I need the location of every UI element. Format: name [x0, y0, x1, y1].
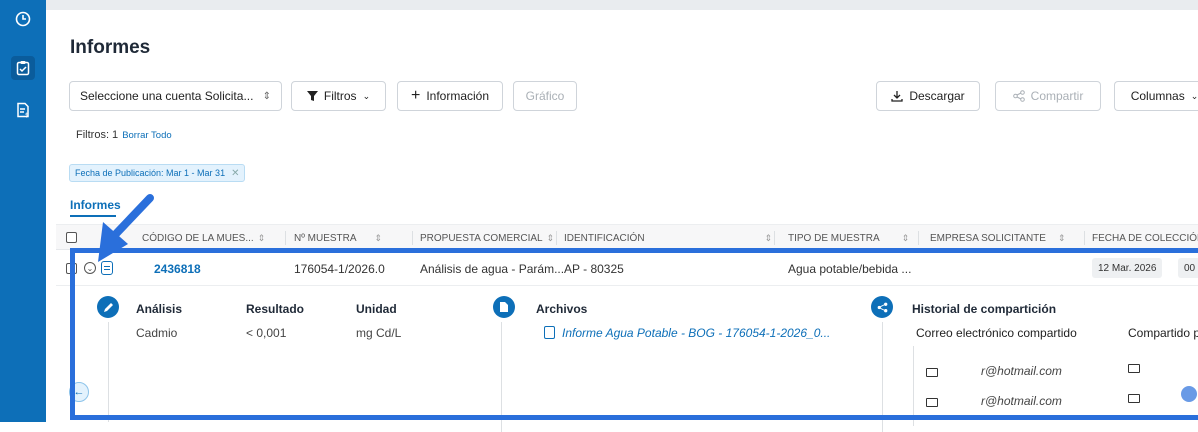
clear-all-link[interactable]: Borrar Todo	[122, 130, 171, 141]
filter-chip-label: Fecha de Publicación: Mar 1 - Mar 31	[75, 168, 225, 178]
mail-icon	[1128, 394, 1140, 403]
sidebar: $	[0, 0, 46, 422]
analysis-value: Cadmio	[136, 326, 177, 340]
top-strip	[46, 0, 1198, 10]
filter-icon	[307, 91, 318, 102]
sharing-email: r@hotmail.com	[981, 364, 1062, 378]
cell-codigo[interactable]: 2436818	[154, 262, 201, 276]
select-all-checkbox[interactable]	[66, 232, 77, 243]
sort-icon: ⇕	[765, 233, 773, 243]
share-label: Compartir	[1031, 89, 1084, 103]
share-icon	[871, 296, 893, 318]
sort-icon: ⇕	[1058, 233, 1066, 243]
share-button[interactable]: Compartir	[995, 81, 1101, 111]
cell-tipo: Agua potable/bebida ...	[788, 262, 911, 276]
close-icon[interactable]: ✕	[231, 168, 239, 179]
arrow-left-icon[interactable]: ←	[69, 382, 89, 402]
col-tipo[interactable]: TIPO DE MUESTRA⇕	[788, 233, 909, 244]
select-arrows-icon: ⇕	[263, 91, 271, 102]
chevron-down-icon: ⌄	[363, 91, 371, 102]
sort-icon: ⇕	[258, 233, 266, 243]
sort-icon: ⇕	[902, 233, 910, 243]
table-row[interactable]: ⌄ 2436818 176054-1/2026.0 Análisis de ag…	[56, 250, 1198, 286]
info-button[interactable]: + Información	[397, 81, 503, 111]
filters-summary: Filtros: 1 Borrar Todo	[76, 129, 172, 141]
expand-icon[interactable]: ⌄	[84, 262, 96, 274]
chevron-down-icon: ⌄	[1191, 91, 1198, 102]
clipboard-check-icon[interactable]	[11, 56, 35, 80]
mail-icon	[1128, 364, 1140, 373]
files-title: Archivos	[536, 302, 587, 316]
cell-fecha-extra: 00	[1178, 258, 1198, 278]
filters-button[interactable]: Filtros ⌄	[291, 81, 386, 111]
file-icon	[493, 296, 515, 318]
loading-indicator	[1181, 386, 1197, 402]
sort-icon: ⇕	[547, 233, 555, 243]
columns-button[interactable]: Columnas ⌄	[1114, 81, 1198, 111]
download-button[interactable]: Descargar	[876, 81, 980, 111]
sharing-by-header: Compartido p	[1128, 326, 1198, 340]
col-empresa[interactable]: EMPRESA SOLICITANTE⇕	[930, 233, 1066, 244]
col-fecha[interactable]: FECHA DE COLECCIÓN	[1092, 233, 1198, 244]
mail-icon	[926, 368, 938, 377]
result-header: Resultado	[246, 302, 304, 316]
plus-icon: +	[411, 88, 420, 104]
sharing-title: Historial de compartición	[912, 302, 1056, 316]
divider	[913, 346, 914, 426]
mail-icon	[926, 398, 938, 407]
filters-count: Filtros: 1	[76, 129, 118, 141]
col-propuesta[interactable]: PROPUESTA COMERCIAL⇕	[420, 233, 554, 244]
cell-muestra: 176054-1/2026.0	[294, 262, 385, 276]
chart-button[interactable]: Gráfico	[513, 81, 577, 111]
main-content: Informes Seleccione una cuenta Solicita.…	[46, 10, 1198, 422]
row-checkbox[interactable]	[66, 263, 77, 274]
filters-label: Filtros	[324, 89, 357, 103]
cell-identificacion: AP - 80325	[564, 262, 624, 276]
tab-underline	[70, 215, 116, 217]
file-link[interactable]: Informe Agua Potable - BOG - 176054-1-20…	[562, 326, 830, 340]
invoice-icon[interactable]: $	[11, 98, 35, 122]
download-icon	[891, 90, 903, 102]
unit-header: Unidad	[356, 302, 397, 316]
chart-label: Gráfico	[526, 89, 565, 103]
sort-icon: ⇕	[375, 233, 383, 243]
detail-panel: ← Análisis Resultado Unidad Cadmio < 0,0…	[56, 286, 1198, 422]
cell-propuesta: Análisis de agua - Parám...	[420, 262, 564, 276]
svg-text:$: $	[25, 112, 29, 118]
account-select-value: Seleccione una cuenta Solicita...	[80, 89, 253, 103]
analysis-header: Análisis	[136, 302, 182, 316]
report-icon[interactable]	[101, 261, 113, 275]
col-identificacion[interactable]: IDENTIFICACIÓN⇕	[564, 233, 772, 244]
share-icon	[1013, 90, 1025, 102]
download-label: Descargar	[909, 89, 964, 103]
columns-label: Columnas	[1131, 89, 1185, 103]
pencil-icon[interactable]	[97, 296, 119, 318]
col-codigo[interactable]: CÓDIGO DE LA MUES...⇕	[142, 233, 265, 244]
sharing-email-header: Correo electrónico compartido	[916, 326, 1077, 340]
page-title: Informes	[70, 37, 150, 59]
divider	[882, 322, 883, 432]
divider	[108, 322, 109, 422]
filter-chip: Fecha de Publicación: Mar 1 - Mar 31 ✕	[69, 164, 245, 182]
account-select[interactable]: Seleccione una cuenta Solicita... ⇕	[69, 81, 282, 111]
table-header: CÓDIGO DE LA MUES...⇕ Nº MUESTRA⇕ PROPUE…	[56, 224, 1198, 250]
result-value: < 0,001	[246, 326, 286, 340]
col-muestra[interactable]: Nº MUESTRA⇕	[294, 233, 382, 244]
file-pdf-icon	[544, 326, 555, 339]
unit-value: mg Cd/L	[356, 326, 401, 340]
sharing-email: r@hotmail.com	[981, 394, 1062, 408]
dashboard-icon[interactable]	[11, 7, 35, 31]
info-label: Información	[426, 89, 489, 103]
cell-fecha: 12 Mar. 2026	[1092, 258, 1162, 278]
divider	[501, 322, 502, 432]
tab-informes[interactable]: Informes	[70, 198, 121, 212]
